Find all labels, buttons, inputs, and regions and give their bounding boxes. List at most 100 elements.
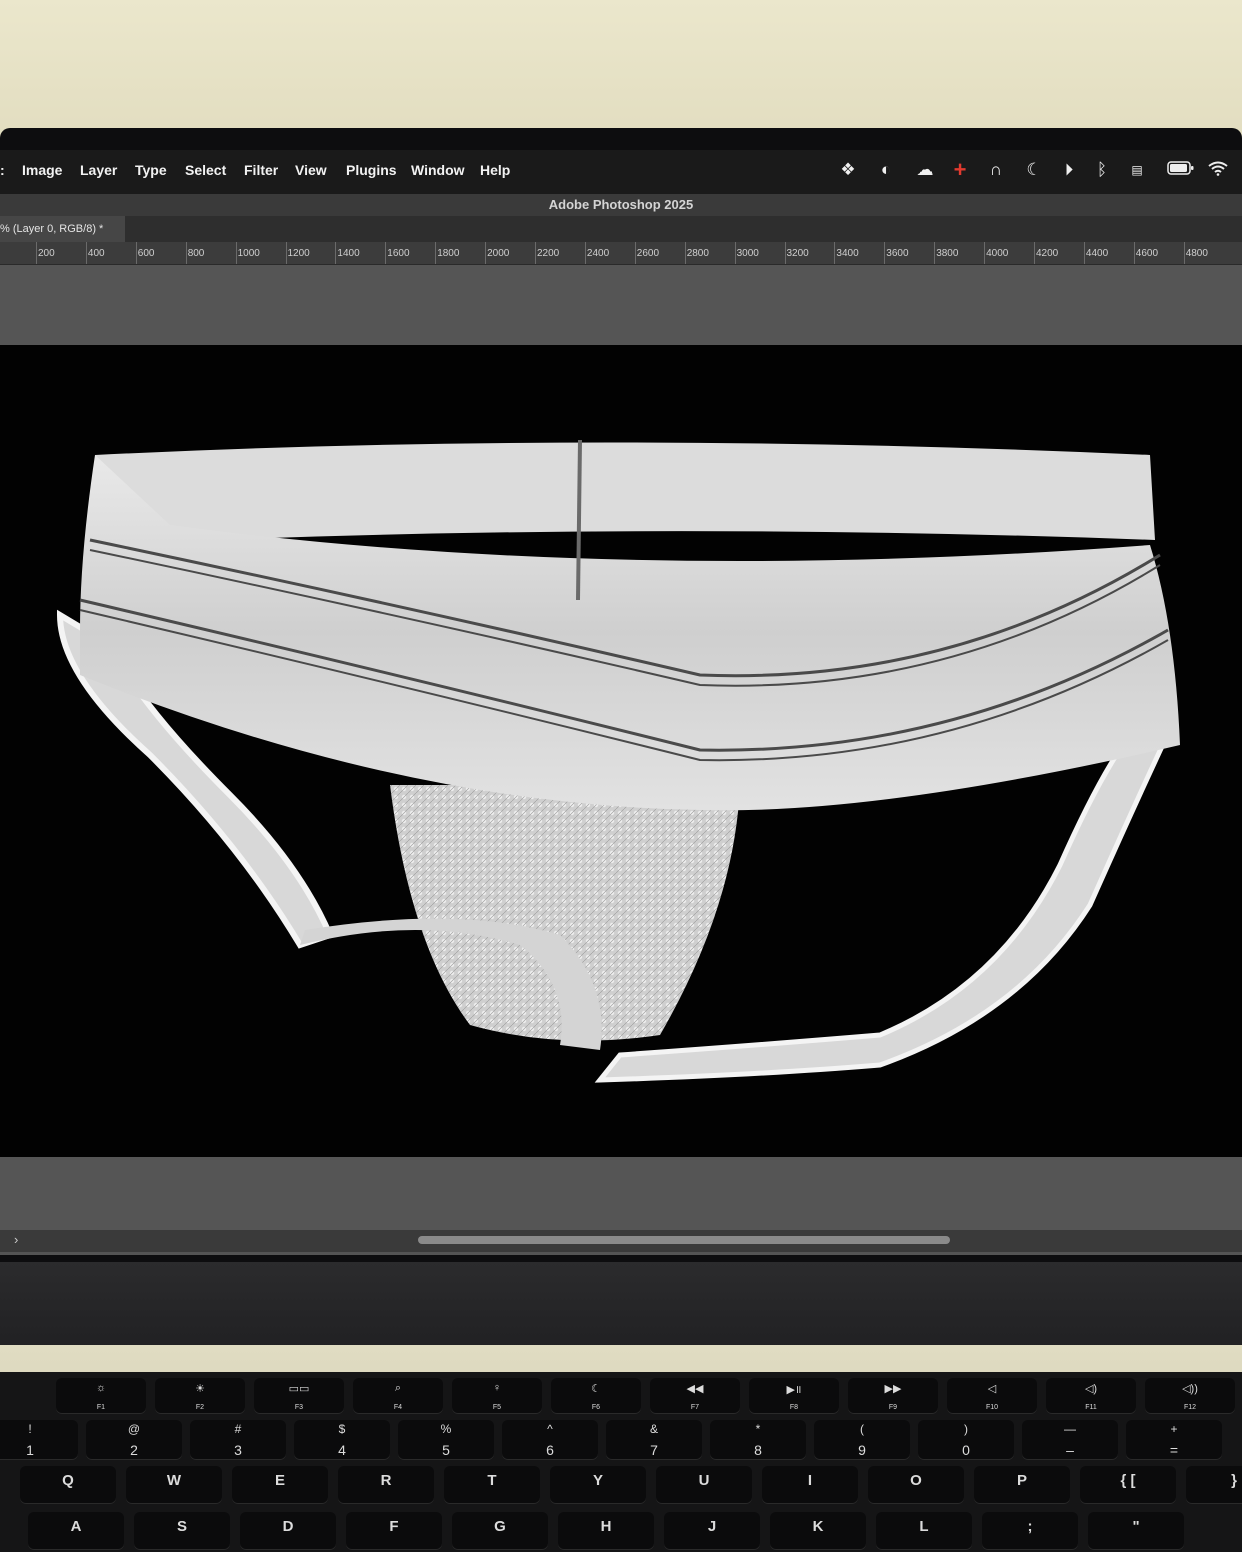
ruler-tick-line	[684, 242, 686, 264]
document-canvas[interactable]	[0, 345, 1242, 1157]
wifi-icon[interactable]	[1206, 160, 1230, 181]
letter-key[interactable]: T	[444, 1466, 540, 1504]
number-key[interactable]: + =	[1126, 1420, 1222, 1460]
letter-key[interactable]: R	[338, 1466, 434, 1504]
number-key[interactable]: @2	[86, 1420, 182, 1460]
letter-key-label: S	[176, 1518, 187, 1535]
menu-plugins[interactable]: Plugins	[346, 162, 397, 178]
letter-key-label: U	[698, 1472, 710, 1489]
letter-key[interactable]: Y	[550, 1466, 646, 1504]
menu-filter[interactable]: Filter	[244, 162, 278, 178]
keyboard-layout-icon[interactable]: ▤	[1125, 160, 1149, 180]
letter-key[interactable]: "	[1088, 1512, 1184, 1550]
letter-key[interactable]: P	[974, 1466, 1070, 1504]
document-tab[interactable]: % (Layer 0, RGB/8) *	[0, 216, 125, 242]
number-key[interactable]: ) 0	[918, 1420, 1014, 1460]
menu-select[interactable]: Select	[185, 162, 226, 178]
number-key[interactable]: #3	[190, 1420, 286, 1460]
function-key-label: F3	[294, 1404, 304, 1411]
ruler-tick-line	[634, 242, 636, 264]
number-key[interactable]: ^ 6	[502, 1420, 598, 1460]
letter-key[interactable]: A	[28, 1512, 124, 1550]
key-shift-label: —	[1064, 1422, 1076, 1436]
horizontal-ruler: 200 400 600 800 1000 1200 1400 1600 1800 2000 2200…	[0, 242, 1242, 265]
key-main-label: 8	[754, 1442, 762, 1458]
letter-key[interactable]: }	[1186, 1466, 1242, 1504]
letter-key[interactable]: U	[656, 1466, 752, 1504]
menu-bar: : Image Layer Type Select Filter View Pl…	[0, 150, 1242, 194]
headphones-icon[interactable]: ∩	[984, 160, 1008, 180]
number-key[interactable]: % 5	[398, 1420, 494, 1460]
dropbox-icon[interactable]: ❖	[836, 160, 860, 180]
letter-key[interactable]: G	[452, 1512, 548, 1550]
color-picker-icon[interactable]: ◐	[874, 160, 898, 180]
bluetooth-icon[interactable]: ᛒ	[1090, 160, 1114, 180]
plus-cross-icon[interactable]: +	[948, 159, 972, 181]
key-main-label: =	[1169, 1442, 1179, 1458]
letter-key[interactable]: L	[876, 1512, 972, 1550]
letter-key-label: P	[1016, 1472, 1027, 1489]
function-key[interactable]: ♀ F5	[452, 1378, 542, 1414]
letter-key-label: A	[70, 1518, 82, 1535]
function-key[interactable]: ▶▶ F9	[848, 1378, 938, 1414]
back-seam	[576, 439, 582, 601]
ruler-tick-line	[934, 242, 936, 264]
key-main-label: 5	[442, 1442, 450, 1458]
number-key[interactable]: & 7	[606, 1420, 702, 1460]
ruler-tick-label: 4200	[1036, 248, 1059, 259]
function-key-label: F6	[591, 1404, 601, 1411]
number-key[interactable]: $4	[294, 1420, 390, 1460]
letter-key[interactable]: D	[240, 1512, 336, 1550]
letter-key[interactable]: { [	[1080, 1466, 1176, 1504]
menu-view[interactable]: View	[295, 162, 327, 178]
function-key[interactable]: ◁)) F12	[1145, 1378, 1235, 1414]
menu-help[interactable]: Help	[480, 162, 510, 178]
ruler-tick-label: 2600	[636, 248, 660, 259]
menu-layer[interactable]: Layer	[80, 162, 117, 178]
letter-key[interactable]: J	[664, 1512, 760, 1550]
letter-key[interactable]: H	[558, 1512, 654, 1550]
function-key[interactable]: ▶॥ F8	[749, 1378, 839, 1414]
function-key[interactable]: ◀◀ F7	[650, 1378, 740, 1414]
wall-background	[0, 0, 1242, 140]
function-key[interactable]: ☼ F1	[56, 1378, 146, 1414]
letter-key[interactable]: Q	[20, 1466, 116, 1504]
moon-icon[interactable]: ☾	[1022, 160, 1046, 180]
play-circle-icon[interactable]: ⏵	[1057, 160, 1081, 180]
creative-cloud-icon[interactable]: ☁	[913, 160, 937, 180]
function-key[interactable]: ▭▭ F3	[254, 1378, 344, 1414]
function-key[interactable]: ⌕ F4	[353, 1378, 443, 1414]
ruler-tick-line	[36, 242, 37, 264]
canvas-image	[56, 439, 1180, 1083]
function-key-label: F5	[492, 1404, 502, 1411]
menu-image[interactable]: Image	[22, 162, 62, 178]
number-key[interactable]: * 8	[710, 1420, 806, 1460]
horizontal-scrollbar[interactable]: ›	[0, 1230, 1242, 1252]
ruler-tick-line	[1133, 242, 1135, 264]
letter-key[interactable]: O	[868, 1466, 964, 1504]
letter-key[interactable]: S	[134, 1512, 230, 1550]
function-key-icon: ☼	[95, 1382, 107, 1394]
scroll-thumb[interactable]	[418, 1236, 950, 1244]
letter-key[interactable]: W	[126, 1466, 222, 1504]
letter-key[interactable]: ;	[982, 1512, 1078, 1550]
function-key[interactable]: ◁) F11	[1046, 1378, 1136, 1414]
battery-icon[interactable]	[1166, 160, 1196, 181]
letter-key[interactable]: E	[232, 1466, 328, 1504]
ruler-tick-line	[135, 242, 137, 264]
menu-type[interactable]: Type	[135, 162, 167, 178]
chevron-right-icon[interactable]: ›	[14, 1232, 18, 1247]
number-key[interactable]: — –	[1022, 1420, 1118, 1460]
letter-key[interactable]: F	[346, 1512, 442, 1550]
letter-key[interactable]: K	[770, 1512, 866, 1550]
letter-key-label: J	[707, 1518, 717, 1535]
number-key[interactable]: (9	[814, 1420, 910, 1460]
letter-key-label: G	[494, 1518, 506, 1535]
function-key[interactable]: ☾ F6	[551, 1378, 641, 1414]
function-key[interactable]: ☀ F2	[155, 1378, 245, 1414]
letter-key[interactable]: I	[762, 1466, 858, 1504]
number-key[interactable]: ! 1	[0, 1420, 78, 1460]
menu-window[interactable]: Window	[411, 162, 465, 178]
ruler-tick-line	[784, 242, 786, 264]
function-key[interactable]: ◁ F10	[947, 1378, 1037, 1414]
